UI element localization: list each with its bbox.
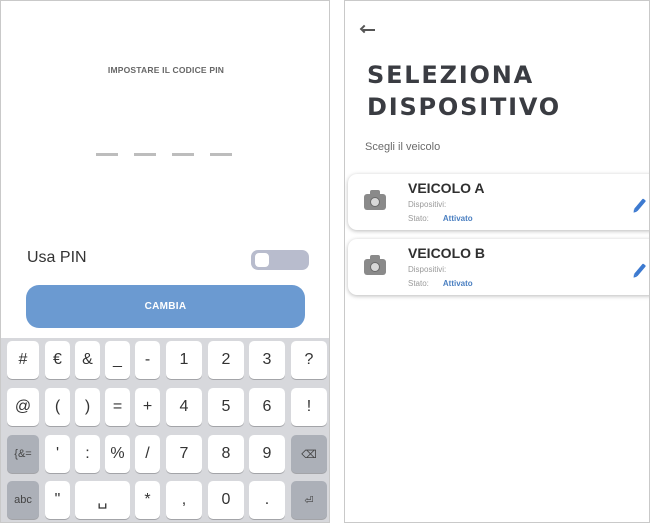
- key[interactable]: 9: [249, 435, 285, 473]
- key[interactable]: =: [105, 388, 130, 426]
- vehicle-devices: Dispositivi:: [408, 200, 447, 209]
- usa-pin-toggle[interactable]: [251, 250, 309, 270]
- cambia-button[interactable]: CAMBIA: [26, 285, 305, 328]
- key[interactable]: 8: [208, 435, 244, 473]
- key[interactable]: !: [291, 388, 327, 426]
- space-icon: ␣: [97, 492, 108, 509]
- key[interactable]: ?: [291, 341, 327, 379]
- toggle-knob: [255, 253, 269, 267]
- pencil-edit-icon[interactable]: [633, 198, 647, 212]
- enter-icon: ⏎: [304, 494, 314, 507]
- key[interactable]: 4: [166, 388, 202, 426]
- page-title: SELEZIONA DISPOSITIVO: [367, 59, 561, 123]
- backspace-icon: ⌫: [301, 448, 317, 461]
- vehicle-state: Stato: Attivato: [408, 279, 473, 288]
- vehicle-devices: Dispositivi:: [408, 265, 447, 274]
- space-key[interactable]: ␣: [75, 481, 130, 519]
- back-arrow-icon[interactable]: [359, 24, 375, 35]
- key[interactable]: /: [135, 435, 160, 473]
- key[interactable]: ": [45, 481, 70, 519]
- key[interactable]: +: [135, 388, 160, 426]
- page-title-line2: DISPOSITIVO: [367, 93, 561, 121]
- vehicle-name: VEICOLO B: [408, 245, 486, 261]
- page-subtitle: Scegli il veicolo: [365, 141, 441, 153]
- key[interactable]: ): [75, 388, 100, 426]
- key[interactable]: €: [45, 341, 70, 379]
- vehicle-state-value: Attivato: [442, 214, 473, 223]
- key[interactable]: -: [135, 341, 160, 379]
- backspace-key[interactable]: ⌫: [291, 435, 327, 473]
- key[interactable]: %: [105, 435, 130, 473]
- key[interactable]: &: [75, 341, 100, 379]
- key[interactable]: ': [45, 435, 70, 473]
- vehicle-card-a[interactable]: VEICOLO A Dispositivi: Stato: Attivato: [348, 174, 649, 230]
- pin-digit-slot: [210, 153, 232, 156]
- pin-digit-slot: [172, 153, 194, 156]
- pencil-edit-icon[interactable]: [633, 263, 647, 277]
- key[interactable]: 0: [208, 481, 244, 519]
- key[interactable]: 2: [208, 341, 244, 379]
- vehicle-name: VEICOLO A: [408, 180, 485, 196]
- key[interactable]: {&=: [7, 435, 39, 473]
- usa-pin-row: Usa PIN: [23, 247, 309, 271]
- key[interactable]: *: [135, 481, 160, 519]
- key[interactable]: 6: [249, 388, 285, 426]
- select-device-screen: SELEZIONA DISPOSITIVO Scegli il veicolo …: [344, 0, 650, 523]
- enter-key[interactable]: ⏎: [291, 481, 327, 519]
- pin-settings-screen: IMPOSTARE IL CODICE PIN Usa PIN CAMBIA #…: [0, 0, 330, 523]
- key[interactable]: :: [75, 435, 100, 473]
- usa-pin-label: Usa PIN: [27, 249, 87, 266]
- vehicle-state: Stato: Attivato: [408, 214, 473, 223]
- key[interactable]: #: [7, 341, 39, 379]
- key[interactable]: 7: [166, 435, 202, 473]
- key[interactable]: (: [45, 388, 70, 426]
- pin-title: IMPOSTARE IL CODICE PIN: [107, 65, 225, 75]
- pin-input[interactable]: [96, 153, 232, 156]
- key[interactable]: 5: [208, 388, 244, 426]
- key[interactable]: ,: [166, 481, 202, 519]
- key[interactable]: abc: [7, 481, 39, 519]
- key[interactable]: 1: [166, 341, 202, 379]
- key[interactable]: _: [105, 341, 130, 379]
- pin-digit-slot: [134, 153, 156, 156]
- numeric-keyboard: # € & _ -1 2 3? @() = +4 5 6! {&= ':%/7 8 9 ⌫ abc " ␣ *, 0. ⏎: [1, 338, 329, 522]
- pin-digit-slot: [96, 153, 118, 156]
- camera-icon: [364, 255, 386, 275]
- page-title-line1: SELEZIONA: [367, 61, 534, 89]
- key[interactable]: .: [249, 481, 285, 519]
- key[interactable]: 3: [249, 341, 285, 379]
- vehicle-card-b[interactable]: VEICOLO B Dispositivi: Stato: Attivato: [348, 239, 649, 295]
- vehicle-state-value: Attivato: [442, 279, 473, 288]
- key[interactable]: @: [7, 388, 39, 426]
- camera-icon: [364, 190, 386, 210]
